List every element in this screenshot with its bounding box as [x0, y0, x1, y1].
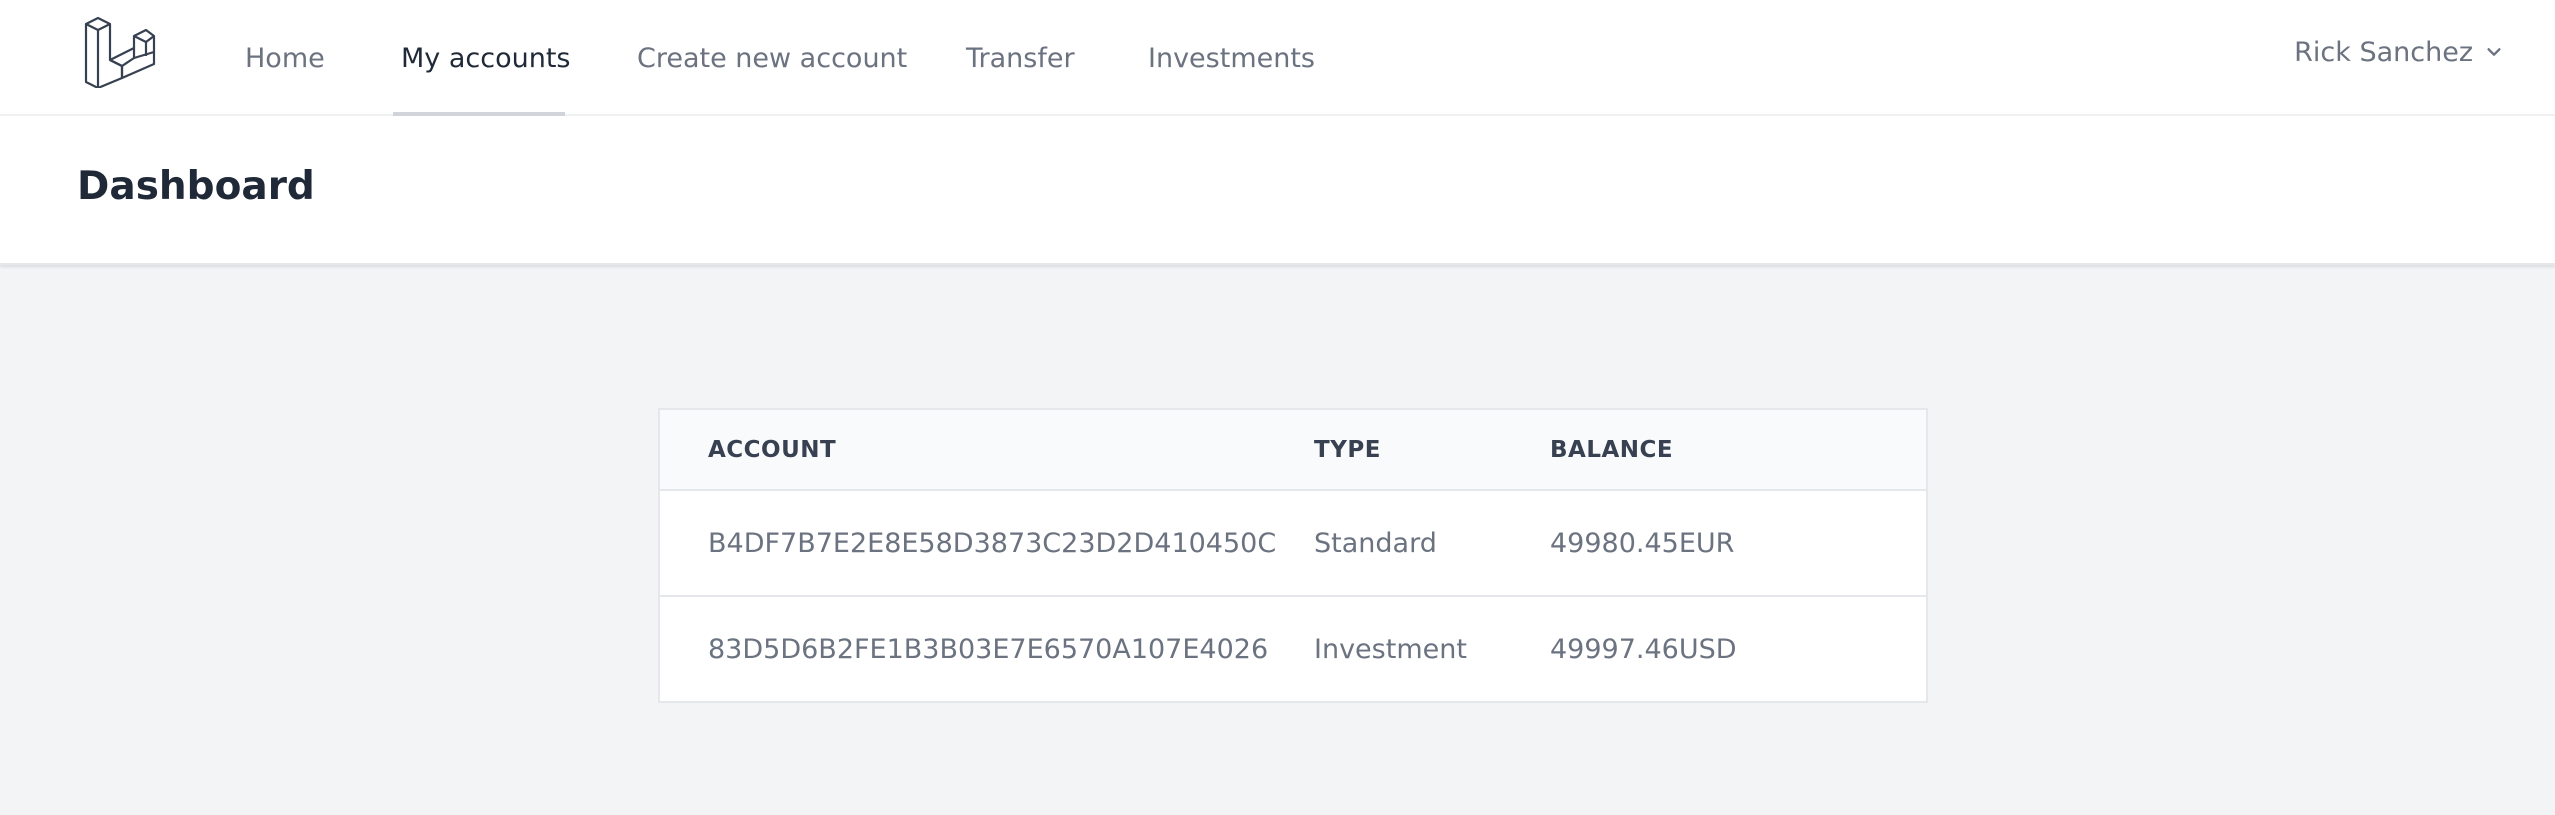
table-row: 83D5D6B2FE1B3B03E7E6570A107E4026 Investm… — [660, 596, 1926, 701]
column-header-account: ACCOUNT — [660, 410, 1314, 491]
user-menu-dropdown[interactable]: Rick Sanchez — [2294, 0, 2503, 104]
nav-my-accounts-link[interactable]: My accounts — [401, 0, 571, 116]
account-balance-cell: 49980.45EUR — [1550, 490, 1926, 597]
table-header-row: ACCOUNT TYPE BALANCE — [660, 410, 1926, 491]
nav-create-account-link[interactable]: Create new account — [637, 0, 907, 116]
column-header-type: TYPE — [1314, 410, 1550, 491]
nav-transfer-link[interactable]: Transfer — [966, 0, 1075, 116]
laravel-logo-icon[interactable] — [82, 16, 158, 88]
account-balance-cell: 49997.46USD — [1550, 633, 1737, 665]
nav-home-link[interactable]: Home — [245, 0, 325, 116]
top-navbar: Home My accounts Create new account Tran… — [0, 0, 2555, 116]
user-name: Rick Sanchez — [2294, 36, 2473, 68]
accounts-table: ACCOUNT TYPE BALANCE B4DF7B7E2E8E58D3873… — [660, 410, 1926, 701]
nav-investments-link[interactable]: Investments — [1148, 0, 1315, 116]
column-header-balance: BALANCE — [1550, 410, 1926, 491]
account-id-cell: 83D5D6B2FE1B3B03E7E6570A107E4026 — [708, 633, 1269, 665]
page-title: Dashboard — [77, 164, 315, 209]
account-id-cell: B4DF7B7E2E8E58D3873C23D2D410450C — [660, 490, 1314, 597]
accounts-table-container: ACCOUNT TYPE BALANCE B4DF7B7E2E8E58D3873… — [658, 408, 1928, 703]
account-type-cell: Standard — [1314, 490, 1550, 597]
chevron-down-icon — [2487, 48, 2501, 56]
table-row: B4DF7B7E2E8E58D3873C23D2D410450C Standar… — [660, 490, 1926, 597]
page-header: Dashboard — [0, 116, 2555, 265]
account-type-cell: Investment — [1314, 633, 1467, 665]
